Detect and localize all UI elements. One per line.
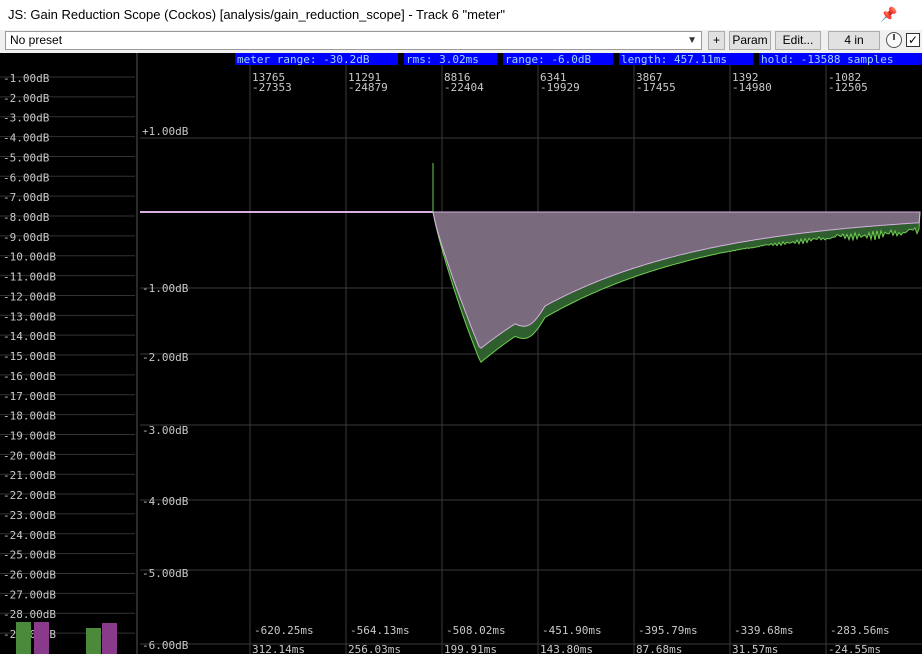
time-label: 256.03ms: [348, 643, 401, 654]
meter-bar-purple: [34, 622, 49, 654]
meter-label: -25.00dB: [3, 549, 56, 562]
add-preset-button[interactable]: +: [708, 31, 725, 50]
time-label: 143.80ms: [540, 643, 593, 654]
status-meter-range: meter range: -30.2dB: [237, 53, 370, 66]
meter-label: -18.00dB: [3, 410, 56, 423]
db-label: -1.00dB: [142, 282, 189, 295]
wet-knob-icon[interactable]: [886, 32, 902, 48]
meter-label: -21.00dB: [3, 469, 56, 482]
time-label: -24.55ms: [828, 643, 881, 654]
title-bar: JS: Gain Reduction Scope (Cockos) [analy…: [0, 0, 922, 30]
gain-reduction-scope: -1.00dB -2.00dB -3.00dB -4.00dB -5.00dB -6.00…: [0, 53, 922, 654]
chevron-down-icon[interactable]: ▼: [687, 32, 697, 49]
time-label: 199.91ms: [444, 643, 497, 654]
status-hold: hold: -13588 samples: [761, 53, 893, 66]
meter-label: -28.00dB: [3, 608, 56, 621]
db-label: -6.00dB: [142, 639, 189, 652]
plugin-toolbar: No preset ▼ + Param Edit... 4 in ✓: [0, 30, 922, 53]
preset-value: No preset: [10, 33, 63, 47]
time-label: -620.25ms: [254, 624, 314, 637]
time-label: -451.90ms: [542, 624, 602, 637]
meter-label: -23.00dB: [3, 509, 56, 522]
meter-label: -6.00dB: [3, 171, 50, 184]
time-label: -283.56ms: [830, 624, 890, 637]
meter-label: -2.00dB: [3, 92, 50, 105]
meter-label: -1.00dB: [3, 72, 50, 85]
meter-label: -20.00dB: [3, 449, 56, 462]
meter-label: -15.00dB: [3, 350, 56, 363]
bypass-checkbox[interactable]: ✓: [906, 33, 920, 47]
io-button[interactable]: 4 in: [828, 31, 880, 50]
time-label: 312.14ms: [252, 643, 305, 654]
meter-bar-green: [16, 622, 31, 654]
meter-label: -24.00dB: [3, 529, 56, 542]
sample-label: -17455: [636, 81, 676, 94]
sample-label: -19929: [540, 81, 580, 94]
time-label: 31.57ms: [732, 643, 778, 654]
pin-icon[interactable]: 📌: [880, 5, 898, 23]
edit-button[interactable]: Edit...: [775, 31, 821, 50]
meter-label: -5.00dB: [3, 151, 50, 164]
db-label: -5.00dB: [142, 567, 189, 580]
status-range: range: -6.0dB: [505, 53, 591, 66]
meter-label: -12.00dB: [3, 290, 56, 303]
meter-label: -27.00dB: [3, 588, 56, 601]
sample-label: -22404: [444, 81, 484, 94]
db-label: +1.00dB: [142, 125, 189, 138]
status-rms: rms: 3.02ms: [406, 53, 479, 66]
db-label: -4.00dB: [142, 495, 189, 508]
db-label: -3.00dB: [142, 424, 189, 437]
meter-bar-green: [86, 628, 101, 654]
meter-label: -14.00dB: [3, 330, 56, 343]
sample-label: -27353: [252, 81, 292, 94]
db-label: -2.00dB: [142, 351, 189, 364]
meter-label: -10.00dB: [3, 251, 56, 264]
preset-dropdown[interactable]: No preset ▼: [5, 31, 702, 50]
meter-label: -3.00dB: [3, 112, 50, 125]
meter-label: -9.00dB: [3, 231, 50, 244]
sample-label: -12505: [828, 81, 868, 94]
param-button[interactable]: Param: [729, 31, 771, 50]
time-label: -339.68ms: [734, 624, 794, 637]
time-label: -508.02ms: [446, 624, 506, 637]
meter-label: -26.00dB: [3, 569, 56, 582]
status-length: length: 457.11ms: [621, 53, 727, 66]
meter-label: -8.00dB: [3, 211, 50, 224]
time-label: 87.68ms: [636, 643, 682, 654]
meter-label: -11.00dB: [3, 271, 56, 284]
meter-label: -4.00dB: [3, 132, 50, 145]
sample-label: -24879: [348, 81, 388, 94]
window-title: JS: Gain Reduction Scope (Cockos) [analy…: [8, 7, 505, 22]
meter-label: -7.00dB: [3, 191, 50, 204]
meter-label: -22.00dB: [3, 489, 56, 502]
meter-label: -16.00dB: [3, 370, 56, 383]
sample-label: -14980: [732, 81, 772, 94]
scope-display: -1.00dB -2.00dB -3.00dB -4.00dB -5.00dB -6.00…: [0, 53, 922, 654]
time-label: -564.13ms: [350, 624, 410, 637]
time-label: -395.79ms: [638, 624, 698, 637]
meter-label: -17.00dB: [3, 390, 56, 403]
meter-label: -19.00dB: [3, 429, 56, 442]
meter-bar-purple: [102, 623, 117, 654]
meter-label: -13.00dB: [3, 310, 56, 323]
